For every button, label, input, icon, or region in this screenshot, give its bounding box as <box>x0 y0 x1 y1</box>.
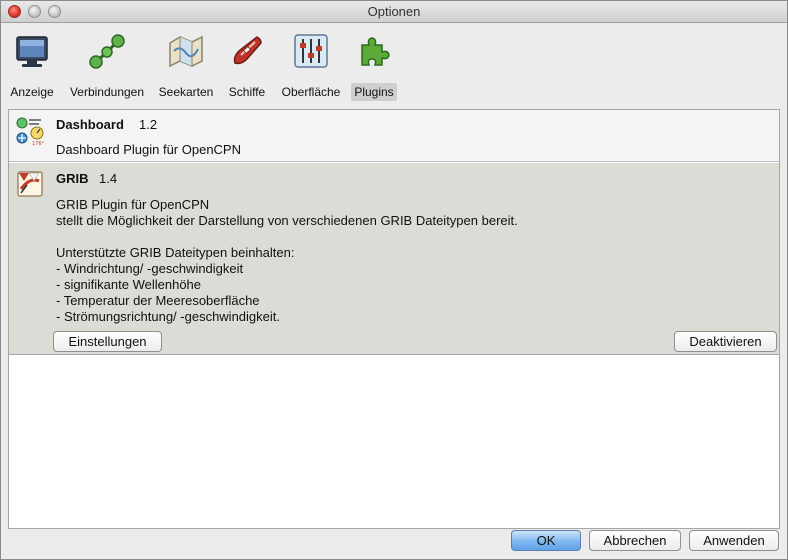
monitor-icon <box>16 36 48 67</box>
dashboard-instruments-icon: 176° <box>16 117 45 146</box>
ship-icon <box>233 36 262 65</box>
toolbar-label: Seekarten <box>158 85 214 99</box>
toolbar-label: Schiffe <box>228 85 266 99</box>
grib-weather-icon <box>17 171 43 197</box>
title-bar[interactable]: Optionen <box>1 1 787 23</box>
plugin-name: Dashboard <box>56 117 124 132</box>
svg-text:176°: 176° <box>32 141 45 146</box>
settings-button[interactable]: Einstellungen <box>53 331 162 352</box>
sliders-icon <box>294 34 328 68</box>
toolbar-item-seekarten[interactable]: Seekarten <box>155 31 217 101</box>
options-window: Optionen Anzeige Verbindungen Seekarten … <box>0 0 788 560</box>
toolbar-item-plugins[interactable]: Plugins <box>349 31 399 101</box>
toolbar-label: Anzeige <box>10 85 54 99</box>
toolbar-item-schiffe[interactable]: Schiffe <box>223 31 271 101</box>
toolbar-item-verbindungen[interactable]: Verbindungen <box>63 31 151 101</box>
plugins-list[interactable]: 176° Dashboard 1.2 Dashboard Plugin für … <box>8 109 780 529</box>
plugin-row-dashboard[interactable]: 176° Dashboard 1.2 Dashboard Plugin für … <box>9 110 779 162</box>
plugin-version: 1.2 <box>139 117 158 132</box>
window-title: Optionen <box>367 4 421 19</box>
toolbar-label: Plugins <box>351 83 397 101</box>
toolbar-item-oberflaeche[interactable]: Oberfläche <box>276 31 346 101</box>
cancel-button[interactable]: Abbrechen <box>589 530 681 551</box>
connections-icon <box>89 34 125 69</box>
plugin-row-grib[interactable]: GRIB 1.4 GRIB Plugin für OpenCPN stellt … <box>9 163 779 355</box>
ok-button[interactable]: OK <box>511 530 581 551</box>
plugin-description: Dashboard Plugin für OpenCPN <box>56 142 241 157</box>
charts-map-icon <box>169 35 203 68</box>
plugin-version: 1.4 <box>99 171 118 186</box>
toolbar-label: Oberfläche <box>281 85 341 99</box>
plugin-name: GRIB <box>56 171 89 186</box>
puzzle-icon <box>361 37 390 66</box>
preferences-toolbar: Anzeige Verbindungen Seekarten Schiffe O… <box>1 23 787 101</box>
deactivate-button[interactable]: Deaktivieren <box>674 331 777 352</box>
toolbar-label: Verbindungen <box>69 85 145 99</box>
apply-button[interactable]: Anwenden <box>689 530 779 551</box>
toolbar-item-anzeige[interactable]: Anzeige <box>5 31 59 101</box>
plugin-description: GRIB Plugin für OpenCPN stellt die Mögli… <box>56 197 518 324</box>
